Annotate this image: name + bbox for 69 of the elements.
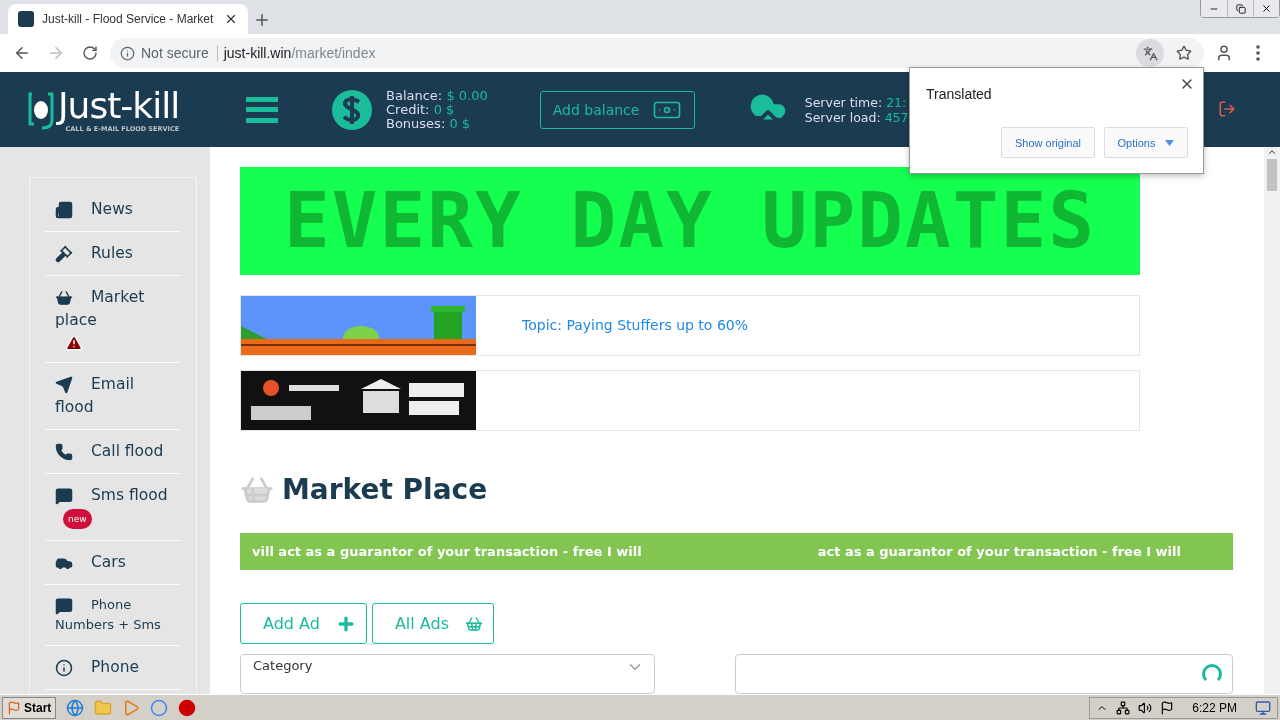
options-button[interactable]: Options <box>1104 127 1188 158</box>
monitor-icon[interactable] <box>1255 699 1271 716</box>
logout-icon[interactable] <box>1218 100 1236 118</box>
network-icon[interactable] <box>1116 700 1131 715</box>
close-window-button[interactable] <box>1253 0 1279 17</box>
sidebar-item[interactable]: Email flood <box>45 363 181 430</box>
basket-icon <box>55 288 73 307</box>
account-stat: Credit: 0 $ <box>386 102 456 117</box>
scroll-up-icon[interactable] <box>1267 147 1277 157</box>
topic-link[interactable]: Topic: Paying Stuffers up to 60% <box>522 317 748 334</box>
url-text: just-kill.win/market/index <box>223 45 376 61</box>
plus-icon <box>253 11 271 29</box>
account-stat: Balance: $ 0.00 <box>386 88 488 103</box>
start-button[interactable]: Start <box>2 696 57 719</box>
globe-icon[interactable] <box>66 698 85 717</box>
browser-tab[interactable]: Just-kill - Flood Service - Market <box>8 4 248 34</box>
sidebar-item[interactable]: Phone <box>45 646 181 690</box>
server-stat: Server load: 457 <box>804 109 909 125</box>
reload-icon <box>82 45 98 61</box>
restore-button[interactable] <box>1227 0 1253 17</box>
add-balance-button[interactable]: Add balance <box>539 90 695 129</box>
menu-icon[interactable] <box>246 96 278 123</box>
circle-icon[interactable] <box>178 698 197 717</box>
address-bar[interactable]: Not secure just-kill.win/market/index <box>110 38 1204 68</box>
account-stat: Bonuses: 0 $ <box>386 116 472 131</box>
sidebar-item[interactable]: Rules <box>45 232 181 276</box>
close-icon[interactable] <box>224 12 238 26</box>
browser-icon[interactable] <box>150 698 169 717</box>
restore-icon <box>1235 3 1246 14</box>
ticker-text: act as a guarantor of your transaction - free I will <box>817 543 1181 559</box>
scroll-thumb[interactable] <box>1267 159 1277 191</box>
sidebar-item[interactable]: Sms flood new <box>45 474 181 541</box>
new-badge: new <box>63 508 92 529</box>
page-title: Market Place <box>282 473 488 507</box>
scrollbar[interactable] <box>1264 147 1280 694</box>
speaker-icon[interactable] <box>1138 700 1153 715</box>
person-icon <box>1215 44 1233 62</box>
logo-name: Just-kill <box>58 86 180 125</box>
info-icon <box>120 45 135 61</box>
info-icon <box>55 658 73 677</box>
hammer-icon <box>55 244 73 263</box>
flag-icon[interactable] <box>1160 700 1175 715</box>
sidebar-item[interactable]: Call flood <box>45 430 181 474</box>
star-icon <box>1176 45 1192 61</box>
dollar-coin-icon <box>332 89 372 130</box>
arrow-right-icon <box>47 44 65 62</box>
windows-flag-icon <box>7 700 21 715</box>
sidebar-item[interactable]: Cars <box>45 541 181 585</box>
popup-title: Translated <box>926 86 992 102</box>
show-original-button[interactable]: Show original <box>1001 127 1095 158</box>
close-icon <box>1261 3 1272 14</box>
favicon-icon <box>18 11 34 27</box>
basket-icon <box>464 614 483 633</box>
ticker-text: vill act as a guarantor of your transaction - free I will <box>252 543 642 559</box>
translate-icon <box>1142 45 1158 61</box>
paper-plane-icon <box>55 375 73 394</box>
more-icon <box>1256 45 1260 61</box>
server-stat: Server time: 21: <box>804 94 908 110</box>
clock-time: 6:22 PM <box>1192 700 1237 715</box>
chat-bubble-icon <box>55 596 73 615</box>
chat-bubble-icon <box>55 486 73 505</box>
sidebar-item[interactable]: News <box>45 188 181 232</box>
updates-banner: EVERY DAY UPDATES <box>240 167 1140 275</box>
category-select[interactable]: Category <box>240 654 655 694</box>
translate-button[interactable] <box>1136 39 1164 67</box>
phone-icon <box>55 442 73 461</box>
sidebar-item[interactable]: Market place <box>45 276 181 363</box>
security-label: Not secure <box>141 45 218 61</box>
sidebar-item[interactable]: Phone Numbers + Sms <box>45 585 181 646</box>
